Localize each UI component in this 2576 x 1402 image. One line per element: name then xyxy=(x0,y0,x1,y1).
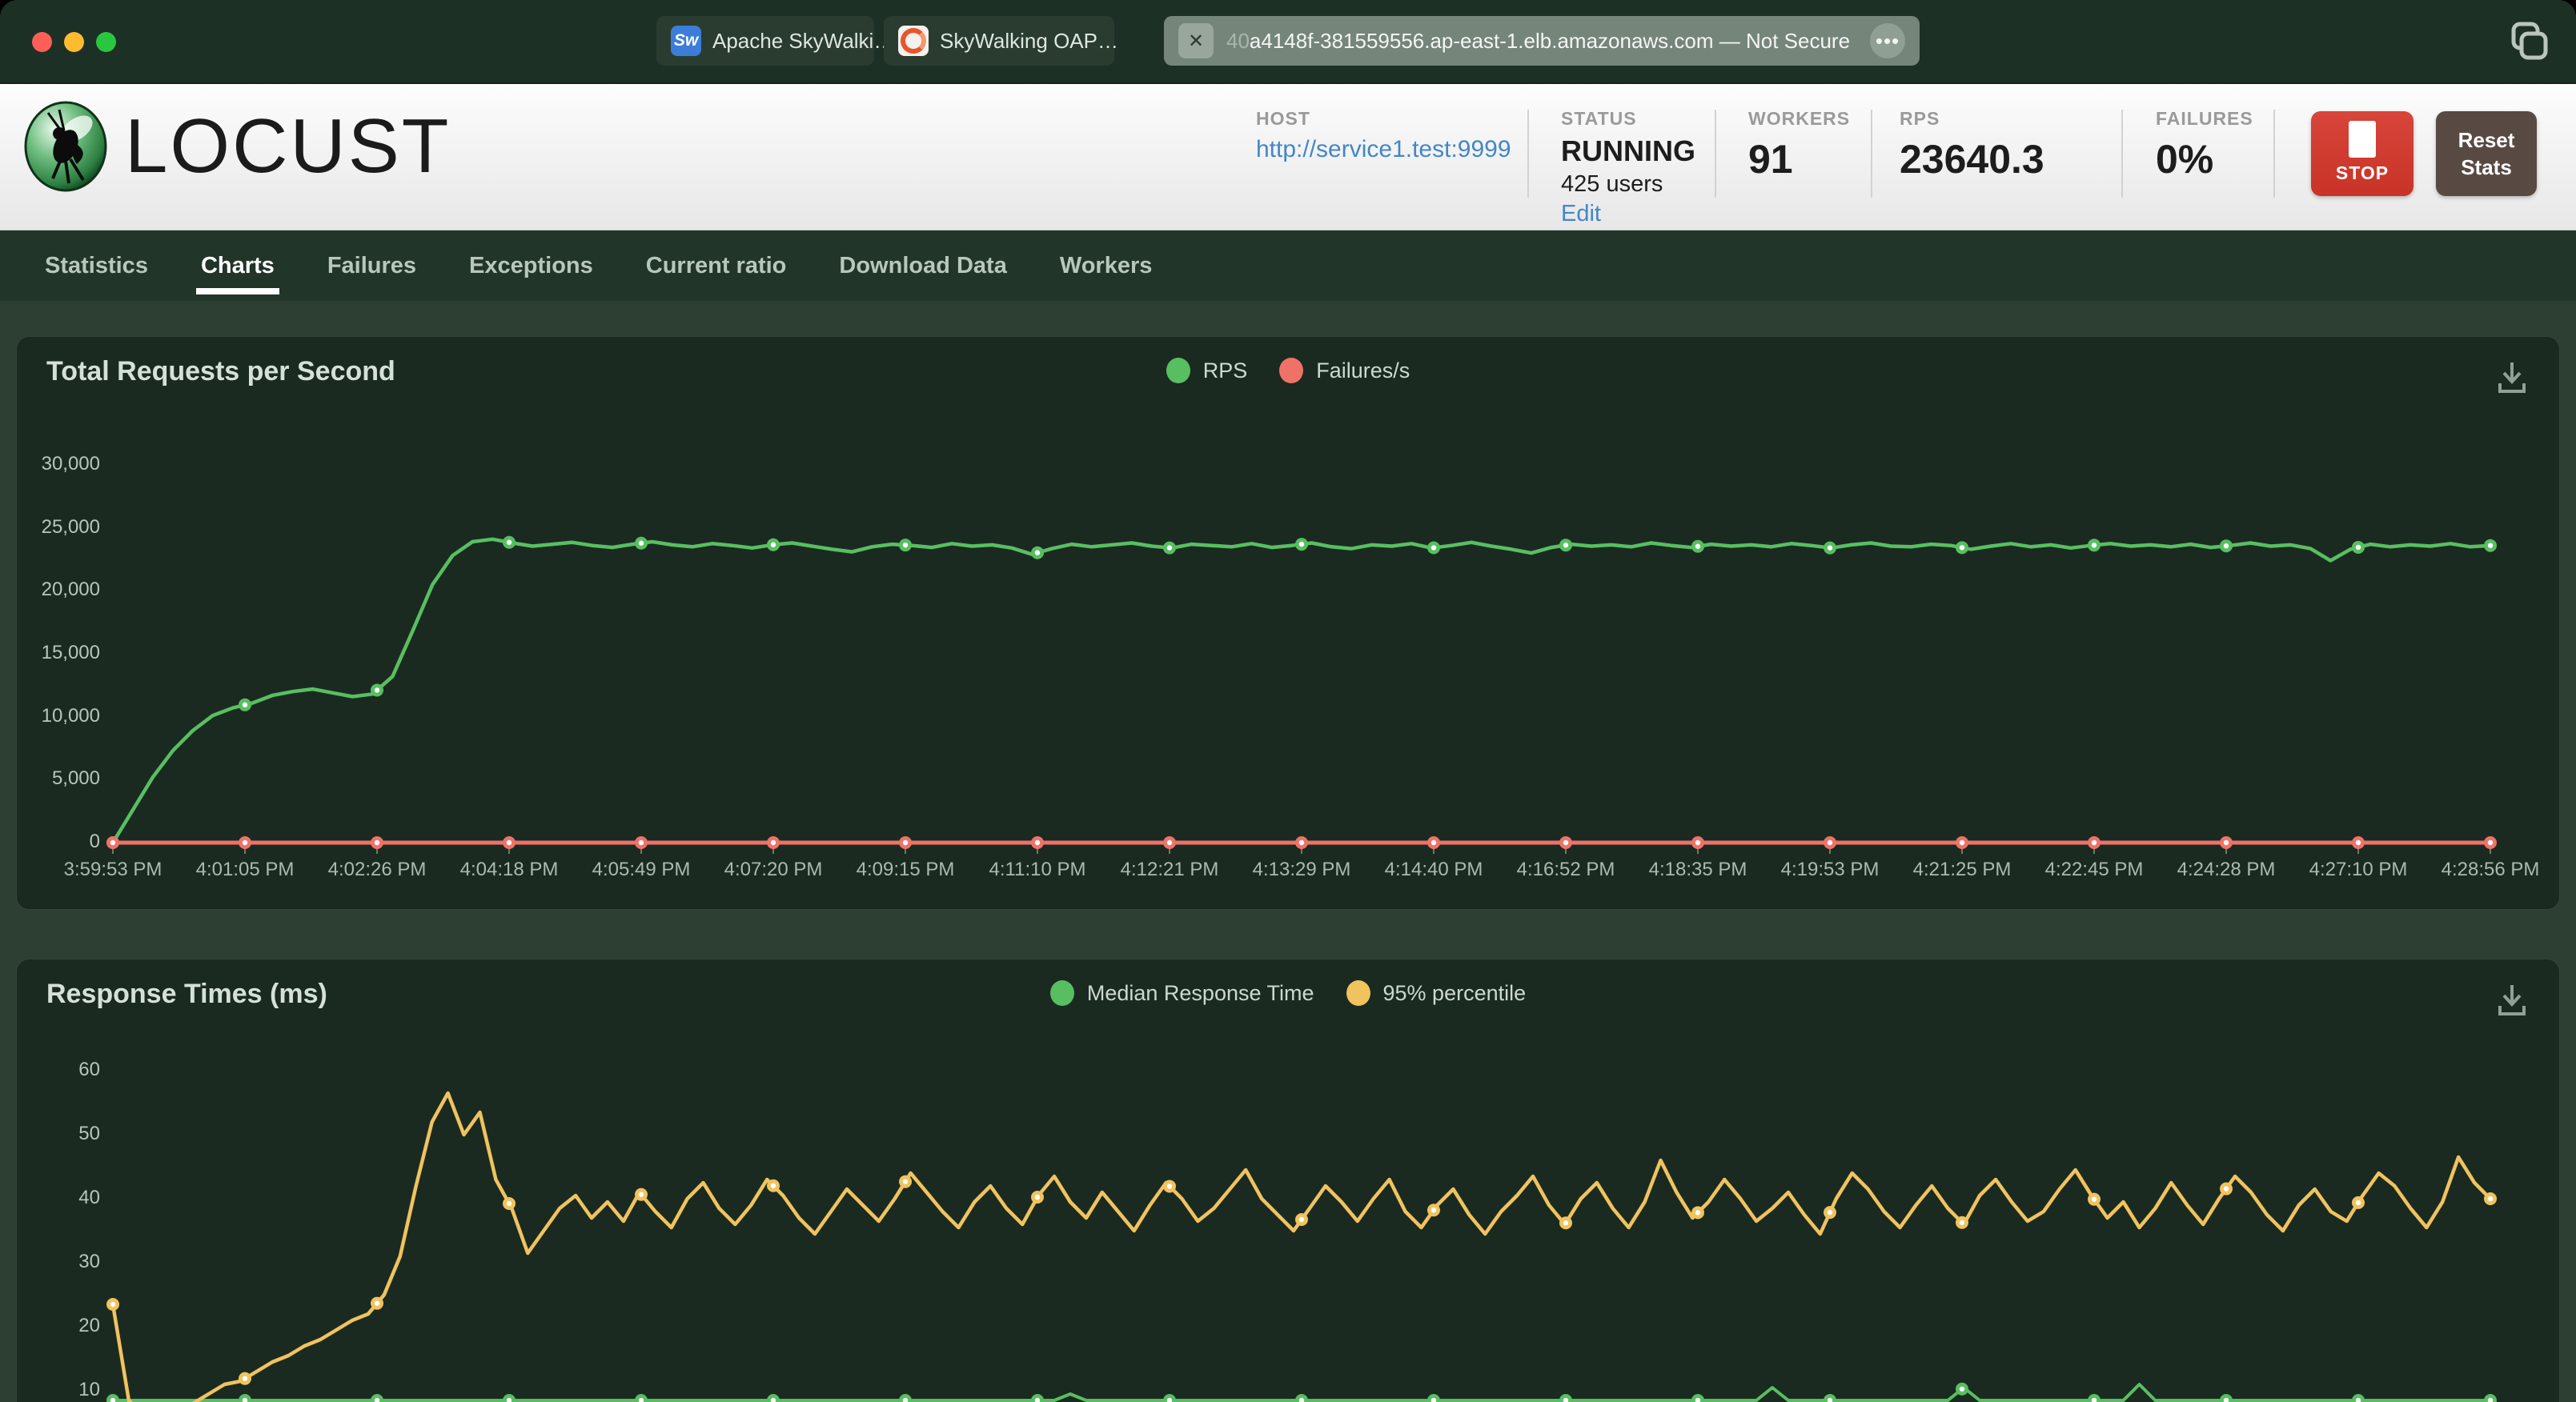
tab-failures[interactable]: Failures xyxy=(327,230,416,301)
legend-label: 95% percentile xyxy=(1382,980,1527,1005)
header-divider xyxy=(1527,110,1529,198)
rps-value: 23640.3 xyxy=(1900,137,2044,182)
legend-dot-green xyxy=(1049,980,1074,1006)
host-link[interactable]: http://service1.test:9999 xyxy=(1256,136,1511,163)
legend-dot-yellow xyxy=(1346,980,1370,1006)
reset-stats-button[interactable]: Reset Stats xyxy=(2436,111,2537,196)
host-block: HOST http://service1.test:9999 xyxy=(1256,108,1511,163)
workers-label: WORKERS xyxy=(1748,108,1851,129)
status-state: RUNNING xyxy=(1561,134,1695,167)
download-chart-icon[interactable] xyxy=(2494,359,2530,396)
chart-legend: Median Response Time 95% percentile xyxy=(17,980,2559,1006)
tab-charts[interactable]: Charts xyxy=(195,230,279,301)
y-axis-label: 10,000 xyxy=(41,704,100,727)
rps-chart[interactable]: 30,000 25,000 20,000 15,000 10,000 5,000 0 3:59… xyxy=(17,337,2559,909)
workers-value: 91 xyxy=(1748,137,1793,182)
macos-close-button[interactable] xyxy=(32,32,52,52)
macos-minimize-button[interactable] xyxy=(64,32,84,52)
edit-users-link[interactable]: Edit xyxy=(1561,201,1695,227)
reset-stats-label: Reset Stats xyxy=(2458,128,2515,179)
y-axis-label: 20,000 xyxy=(41,579,100,601)
y-axis-label: 60 xyxy=(78,1059,100,1080)
tab-current-ratio[interactable]: Current ratio xyxy=(646,230,787,301)
rps-chart-panel: 30,000 25,000 20,000 15,000 10,000 5,000 0 3:59… xyxy=(16,336,2560,910)
chart-canvas[interactable] xyxy=(17,337,2560,910)
tab-download-data[interactable]: Download Data xyxy=(839,230,1006,301)
y-axis-label: 10 xyxy=(78,1379,100,1400)
response-times-chart-panel: 60 50 40 30 20 10 Response Times (ms) Median … xyxy=(16,959,2560,1402)
header-divider xyxy=(1871,110,1872,198)
failures-label: FAILURES xyxy=(2156,108,2253,129)
failures-block: FAILURES 0% xyxy=(2156,108,2253,182)
chart-canvas[interactable] xyxy=(17,959,2560,1402)
tab-overview-icon[interactable] xyxy=(2507,21,2549,62)
browser-tab-apache-skywalking[interactable]: Sw Apache SkyWalki… xyxy=(656,16,894,66)
stop-button[interactable]: STOP xyxy=(2311,111,2413,196)
rps-block: RPS 23640.3 xyxy=(1900,108,2044,182)
macos-zoom-button[interactable] xyxy=(96,32,116,52)
skywalking-orange-favicon xyxy=(898,26,929,56)
legend-item-failures[interactable]: Failures/s xyxy=(1279,358,1410,383)
browser-window: Sw Apache SkyWalki… SkyWalking OAP… ✕ 40… xyxy=(0,0,2576,1402)
tab-exceptions[interactable]: Exceptions xyxy=(469,230,593,301)
stop-square-icon xyxy=(2349,121,2376,158)
tab-more-icon[interactable]: ••• xyxy=(1870,23,1905,58)
browser-tab-label: Apache SkyWalki… xyxy=(712,28,895,53)
y-axis-label: 0 xyxy=(89,831,100,852)
browser-tab-label: SkyWalking OAP… xyxy=(940,28,1118,53)
stop-button-label: STOP xyxy=(2335,162,2389,183)
workers-block: WORKERS 91 xyxy=(1748,108,1850,182)
url-text: a4148f-381559556.ap-east-1.elb.amazonaws… xyxy=(1249,28,1851,53)
legend-label: RPS xyxy=(1202,358,1248,383)
download-chart-icon[interactable] xyxy=(2494,982,2530,1019)
url-prefix: 40 xyxy=(1226,28,1250,53)
rps-label: RPS xyxy=(1900,108,1940,129)
legend-dot-red xyxy=(1279,358,1304,383)
status-label: STATUS xyxy=(1561,108,1637,129)
browser-chrome-bar: Sw Apache SkyWalki… SkyWalking OAP… ✕ 40… xyxy=(0,0,2576,84)
response-times-chart[interactable]: 60 50 40 30 20 10 xyxy=(17,959,2559,1402)
logo-wordmark: LOCUST xyxy=(125,103,451,189)
host-label: HOST xyxy=(1256,108,1310,129)
y-axis-label: 30,000 xyxy=(41,453,100,475)
skywalking-blue-favicon: Sw xyxy=(671,26,701,56)
header-divider xyxy=(1715,110,1716,198)
tab-workers[interactable]: Workers xyxy=(1060,230,1153,301)
legend-item-rps[interactable]: RPS xyxy=(1166,358,1248,383)
failures-value: 0% xyxy=(2156,137,2214,182)
main-nav: Statistics Charts Failures Exceptions Cu… xyxy=(0,230,2576,301)
tab-statistics[interactable]: Statistics xyxy=(45,230,148,301)
y-axis-label: 15,000 xyxy=(41,642,100,663)
y-axis-label: 30 xyxy=(78,1251,100,1272)
y-axis-label: 50 xyxy=(78,1123,100,1144)
locust-logo-orb-icon xyxy=(24,101,107,192)
browser-tab-skywalking-oap[interactable]: SkyWalking OAP… xyxy=(884,16,1118,66)
status-users: 425 users xyxy=(1561,171,1663,197)
legend-item-median[interactable]: Median Response Time xyxy=(1049,980,1314,1006)
chart-legend: RPS Failures/s xyxy=(17,358,2559,383)
header-divider xyxy=(2121,110,2123,198)
header-divider xyxy=(2273,110,2275,198)
legend-label: Failures/s xyxy=(1316,358,1410,383)
legend-label: Median Response Time xyxy=(1086,980,1314,1005)
status-block: STATUS RUNNING 425 users Edit xyxy=(1561,108,1695,227)
y-axis-label: 25,000 xyxy=(41,515,100,538)
legend-dot-green xyxy=(1166,358,1190,383)
y-axis-label: 40 xyxy=(78,1187,100,1208)
browser-tab-active-url[interactable]: ✕ 40a4148f-381559556.ap-east-1.elb.amazo… xyxy=(1164,16,1920,66)
locust-header: LOCUST HOST http://service1.test:9999 ST… xyxy=(0,84,2576,230)
tab-close-icon[interactable]: ✕ xyxy=(1178,23,1214,58)
x-axis-label: 4:28:56 PM xyxy=(2441,859,2540,880)
legend-item-95th[interactable]: 95% percentile xyxy=(1346,980,1527,1006)
locust-logo: LOCUST xyxy=(24,100,451,193)
y-axis-label: 5,000 xyxy=(51,767,100,790)
y-axis-label: 20 xyxy=(78,1315,100,1336)
